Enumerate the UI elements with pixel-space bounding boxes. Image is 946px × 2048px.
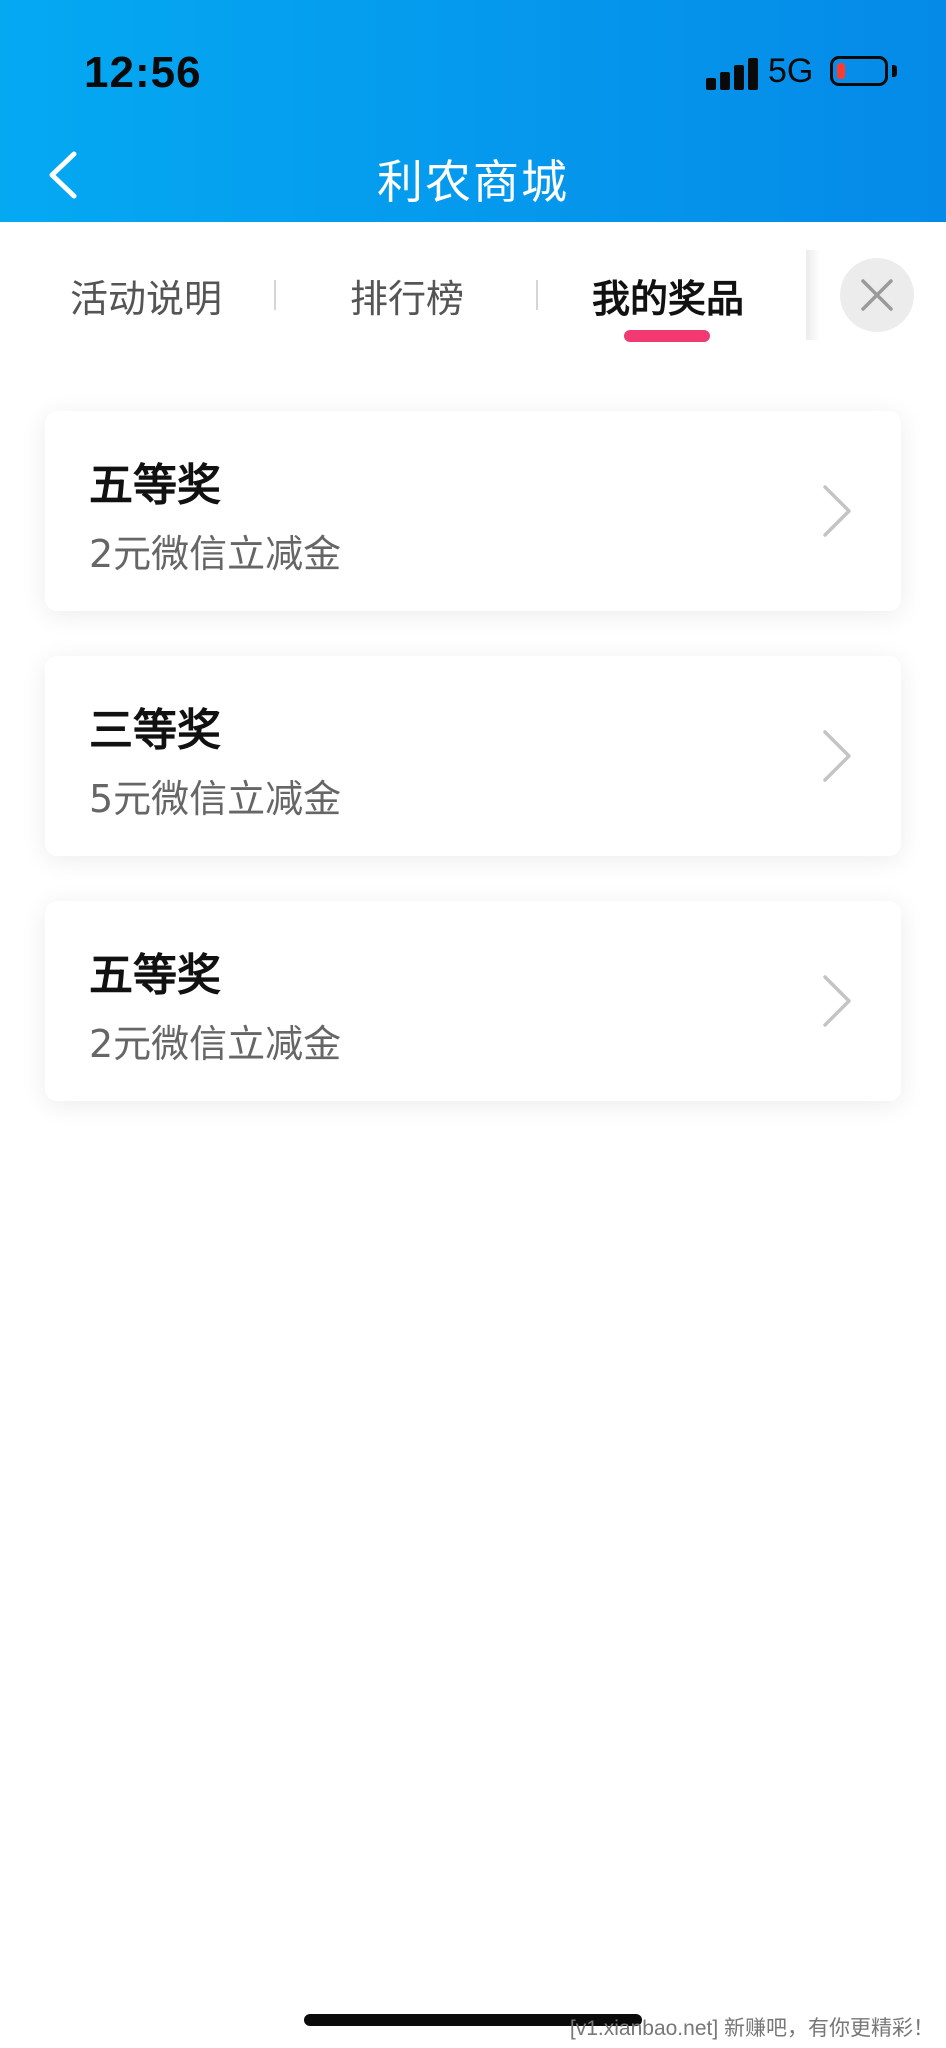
tab-divider bbox=[536, 280, 538, 310]
tab-activity-description[interactable]: 活动说明 bbox=[70, 268, 222, 323]
watermark-text: [v1.xianbao.net] 新赚吧，有你更精彩！ bbox=[569, 2017, 934, 2040]
status-time: 12:56 bbox=[84, 48, 202, 97]
tab-my-prizes[interactable]: 我的奖品 bbox=[592, 268, 744, 323]
prize-title: 五等奖 bbox=[89, 460, 221, 511]
chevron-right-icon bbox=[823, 730, 851, 782]
prize-title: 五等奖 bbox=[89, 950, 221, 1001]
close-button[interactable] bbox=[840, 258, 914, 332]
prize-card[interactable]: 三等奖 5元微信立减金 bbox=[45, 656, 901, 856]
tab-bar: 活动说明 排行榜 我的奖品 bbox=[0, 222, 946, 362]
chevron-right-icon bbox=[823, 975, 851, 1027]
prize-card[interactable]: 五等奖 2元微信立减金 bbox=[45, 901, 901, 1101]
prize-description: 2元微信立减金 bbox=[89, 532, 342, 576]
prize-description: 5元微信立减金 bbox=[89, 777, 342, 821]
page-title: 利农商城 bbox=[377, 155, 569, 209]
tab-scroll-shadow bbox=[806, 250, 820, 340]
cellular-signal-icon bbox=[706, 58, 758, 90]
chevron-right-icon bbox=[823, 485, 851, 537]
battery-level bbox=[837, 63, 845, 79]
tab-leaderboard[interactable]: 排行榜 bbox=[350, 268, 464, 323]
prize-title: 三等奖 bbox=[89, 705, 221, 756]
prize-card[interactable]: 五等奖 2元微信立减金 bbox=[45, 411, 901, 611]
close-icon bbox=[861, 279, 893, 311]
active-tab-indicator bbox=[624, 330, 710, 342]
battery-cap bbox=[892, 65, 897, 77]
network-type: 5G bbox=[768, 52, 814, 90]
tab-divider bbox=[274, 280, 276, 310]
battery-icon bbox=[830, 56, 888, 86]
app-header: 12:56 5G 利农商城 bbox=[0, 0, 946, 222]
prize-description: 2元微信立减金 bbox=[89, 1022, 342, 1066]
